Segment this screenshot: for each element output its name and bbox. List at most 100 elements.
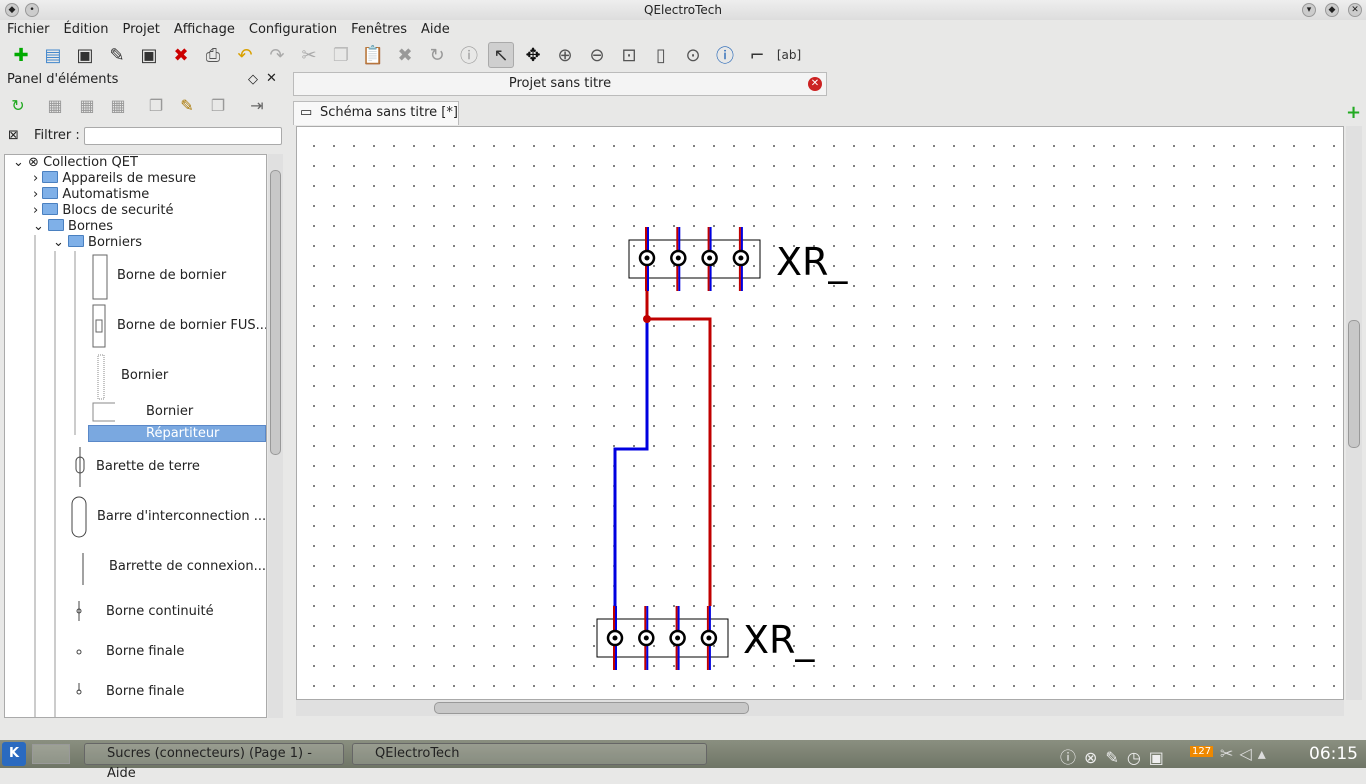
tree-item-element[interactable]: Borne de bornier	[117, 268, 226, 283]
maximize-button[interactable]: ◆	[1325, 3, 1339, 17]
menu-aide[interactable]: Aide	[414, 20, 457, 40]
text-field-icon[interactable]: [ab]	[776, 42, 802, 68]
save-icon[interactable]: ▣	[72, 42, 98, 68]
tree-item-element[interactable]: Barrette de connexion...	[109, 559, 266, 574]
delete-icon[interactable]: ✖	[392, 42, 418, 68]
add-diagram-icon[interactable]: +	[1346, 102, 1361, 123]
terminal-center	[738, 255, 744, 261]
new-element-icon[interactable]: ❐	[145, 96, 167, 118]
tree-item-folder[interactable]: › Blocs de securité	[33, 203, 173, 218]
main-toolbar: ✚ ▤ ▣ ✎ ▣ ✖ ⎙ ↶ ↷ ✂ ❐ 📋 ✖ ↻ ⓘ ↖ ✥ ⊕ ⊖ ⊡ …	[0, 40, 830, 70]
conductor-icon[interactable]: ⌐	[744, 42, 770, 68]
print-icon[interactable]: ⎙	[200, 42, 226, 68]
tree-item-element[interactable]: Bornier	[121, 368, 168, 383]
diagram-tab[interactable]: ▭ Schéma sans titre [*]	[293, 101, 459, 125]
paste-icon[interactable]: 📋	[360, 42, 386, 68]
tree-item-element[interactable]: Borne finale	[106, 684, 184, 699]
schematic: XR_ XR_	[596, 227, 848, 670]
tray-misc-icons[interactable]: ✂◁▴	[1220, 744, 1272, 763]
project-tab-label: Projet sans titre	[508, 76, 612, 91]
open-icon[interactable]: ▤	[40, 42, 66, 68]
new-category-icon[interactable]: ▦	[44, 96, 66, 118]
tree-item-folder[interactable]: ⌄ Bornes	[33, 219, 113, 234]
junction-dot	[643, 315, 651, 323]
about-icon[interactable]: ⓘ	[712, 42, 738, 68]
zoom-page-icon[interactable]: ▯	[648, 42, 674, 68]
tree-item-element[interactable]: Borne de bornier FUS...	[117, 318, 266, 333]
save-as-icon[interactable]: ✎	[104, 42, 130, 68]
tree-item-folder[interactable]: › Automatisme	[33, 187, 149, 202]
diagram-icon: ▭	[300, 105, 313, 120]
terminal-center	[644, 255, 650, 261]
menu-edition[interactable]: Édition	[57, 20, 116, 40]
info-icon[interactable]: ⓘ	[456, 42, 482, 68]
menu-projet[interactable]: Projet	[115, 20, 166, 40]
menu-fichier[interactable]: Fichier	[0, 20, 57, 40]
close-file-icon[interactable]: ✖	[168, 42, 194, 68]
tree-item-element-selected[interactable]: Répartiteur	[88, 425, 266, 442]
reload-icon[interactable]: ↻	[7, 96, 29, 118]
menu-fenetres[interactable]: Fenêtres	[344, 20, 414, 40]
zoom-fit-icon[interactable]: ⊡	[616, 42, 642, 68]
canvas-vertical-thumb[interactable]	[1348, 320, 1360, 448]
tree-item-collection[interactable]: ⌄ ⊗ Collection QET	[13, 155, 138, 170]
terminal-label-top: XR_	[776, 240, 848, 284]
menu-configuration[interactable]: Configuration	[242, 20, 344, 40]
filter-input[interactable]	[84, 127, 282, 145]
zoom-out-icon[interactable]: ⊖	[584, 42, 610, 68]
new-file-icon[interactable]: ✚	[8, 42, 34, 68]
red-wire	[645, 291, 712, 606]
filter-label: Filtrer :	[34, 128, 80, 143]
tree-item-element[interactable]: Borne finale	[106, 644, 184, 659]
app-menu-button[interactable]: ◆	[5, 3, 19, 17]
undo-icon[interactable]: ↶	[232, 42, 258, 68]
rotate-icon[interactable]: ↻	[424, 42, 450, 68]
tree-item-element[interactable]: Barette de terre	[96, 459, 200, 474]
close-panel-icon[interactable]: ✕	[266, 71, 277, 86]
terminal-center	[707, 255, 713, 261]
tree-item-element[interactable]: Borne continuité	[106, 604, 214, 619]
update-badge[interactable]: 127	[1190, 746, 1214, 757]
pager[interactable]	[32, 744, 70, 764]
tree-item-element[interactable]: Bornier	[146, 404, 193, 419]
diagram-canvas[interactable]: XR_ XR_	[296, 126, 1344, 700]
terminal-center	[706, 635, 712, 641]
import-element-icon[interactable]: ⇥	[246, 96, 268, 118]
redo-icon[interactable]: ↷	[264, 42, 290, 68]
terminal-center	[643, 635, 649, 641]
menu-affichage[interactable]: Affichage	[167, 20, 242, 40]
close-window-button[interactable]: ✕	[1348, 3, 1362, 17]
tree-scrollbar-thumb[interactable]	[270, 170, 281, 455]
canvas-horizontal-thumb[interactable]	[434, 702, 749, 714]
title-bar: QElectroTech	[0, 0, 1366, 20]
edit-element-icon[interactable]: ✎	[176, 96, 198, 118]
kde-menu-icon[interactable]: K	[2, 742, 26, 766]
minimize-button[interactable]: ▾	[1302, 3, 1316, 17]
task-qelectrotech[interactable]: QElectroTech	[352, 743, 707, 765]
tree-item-element[interactable]: Barre d'interconnection ...	[97, 509, 266, 524]
project-tab[interactable]: Projet sans titre ✕	[293, 72, 827, 96]
pin-button[interactable]: •	[25, 3, 39, 17]
copy-icon[interactable]: ❐	[328, 42, 354, 68]
save-all-icon[interactable]: ▣	[136, 42, 162, 68]
move-icon[interactable]: ✥	[520, 42, 546, 68]
select-icon[interactable]: ↖	[488, 42, 514, 68]
float-panel-icon[interactable]: ◇	[248, 72, 258, 87]
system-tray[interactable]: ⓘ⊗✎◷▣	[1060, 744, 1172, 768]
close-project-icon[interactable]: ✕	[808, 77, 822, 91]
clock: 06:15	[1309, 744, 1358, 764]
delete-element-icon[interactable]: ❐	[207, 96, 229, 118]
tree-item-folder[interactable]: ⌄ Borniers	[53, 235, 142, 250]
tree-item-folder[interactable]: › Appareils de mesure	[33, 171, 196, 186]
terminal-center	[675, 255, 681, 261]
elements-panel: Panel d'éléments ◇ ✕ ↻ ▦ ▦ ▦ ❐ ✎ ❐ ⇥ ⊠ F…	[0, 70, 287, 154]
delete-category-icon[interactable]: ▦	[107, 96, 129, 118]
task-aide[interactable]: Sucres (connecteurs) (Page 1) - Aide	[84, 743, 344, 781]
cut-icon[interactable]: ✂	[296, 42, 322, 68]
zoom-in-icon[interactable]: ⊕	[552, 42, 578, 68]
clear-filter-icon[interactable]: ⊠	[8, 128, 19, 143]
zoom-reset-icon[interactable]: ⊙	[680, 42, 706, 68]
edit-category-icon[interactable]: ▦	[76, 96, 98, 118]
elements-tree: ⌄ ⊗ Collection QET › Appareils de mesure…	[4, 154, 267, 718]
taskbar: K Sucres (connecteurs) (Page 1) - Aide Q…	[0, 740, 1366, 781]
